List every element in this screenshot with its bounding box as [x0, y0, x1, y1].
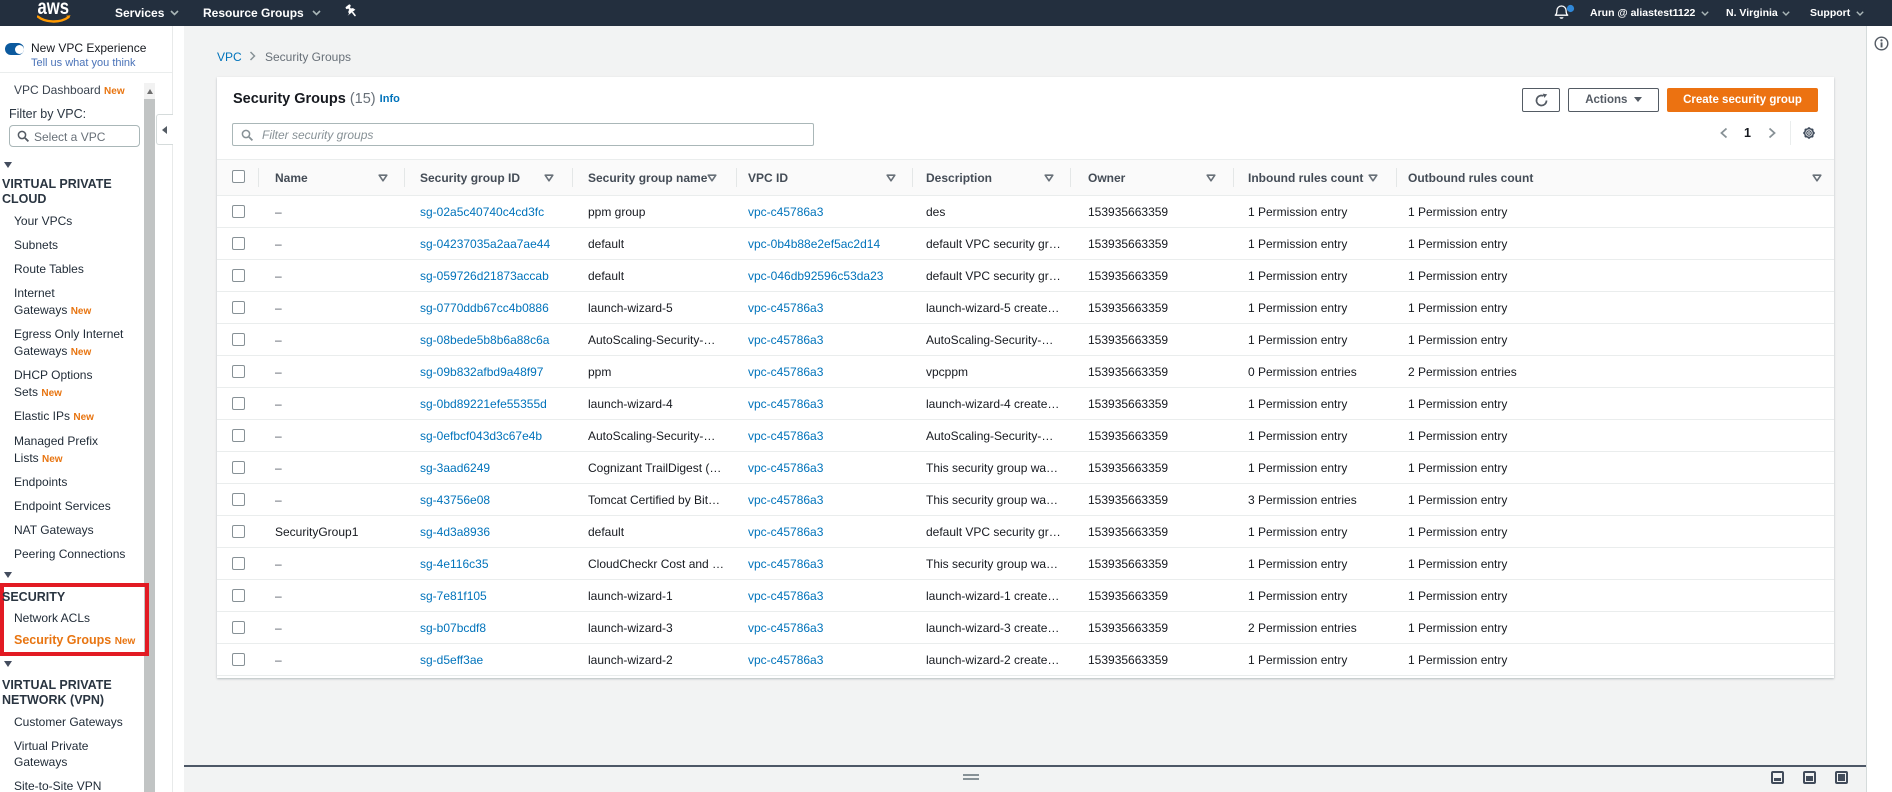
- svg-text:aws: aws: [38, 1, 70, 19]
